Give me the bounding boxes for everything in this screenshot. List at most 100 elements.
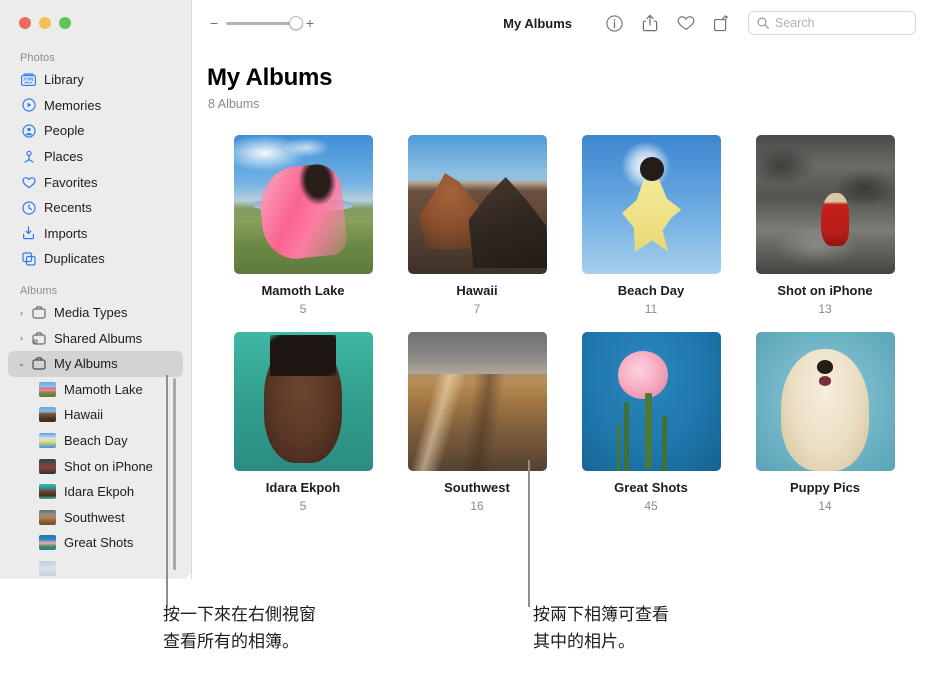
- sidebar-album-partial[interactable]: [8, 556, 183, 579]
- minimize-button[interactable]: [39, 17, 51, 29]
- album-photo-count: 5: [299, 302, 307, 316]
- albums-section-label: Albums: [20, 284, 58, 297]
- album-count-subtitle: 8 Albums: [208, 97, 260, 111]
- album-cover-image[interactable]: [581, 135, 721, 274]
- zoom-slider-track[interactable]: [226, 16, 303, 30]
- sidebar-item-label: Mamoth Lake: [64, 381, 143, 397]
- sidebar: Photos Library Memories People Places Fa…: [0, 0, 191, 579]
- chevron-right-icon[interactable]: ›: [16, 333, 27, 343]
- toolbar-title: My Albums: [503, 15, 572, 31]
- album-name: Puppy Pics: [789, 480, 861, 495]
- zoom-in-icon[interactable]: +: [305, 16, 315, 30]
- sidebar-album-southwest[interactable]: Southwest: [8, 505, 183, 531]
- sidebar-item-label: Memories: [44, 97, 102, 113]
- album-cover-image[interactable]: [407, 135, 547, 274]
- callout-line-album: [528, 460, 530, 607]
- album-thumbnail: [39, 484, 56, 500]
- sidebar-item-label: Southwest: [64, 509, 125, 525]
- sidebar-item-label: Recents: [44, 200, 92, 216]
- zoom-slider-knob[interactable]: [289, 16, 303, 30]
- album-icon: [30, 355, 47, 372]
- album-thumbnail: [39, 509, 56, 525]
- album-card[interactable]: Beach Day 11: [564, 135, 738, 316]
- sidebar-item-media-types[interactable]: › Media Types: [8, 300, 183, 326]
- shared-album-icon: [30, 330, 47, 347]
- toolbar: − + My Albums Search: [192, 0, 931, 46]
- album-name: Idara Ekpoh: [265, 480, 341, 495]
- sidebar-album-mamoth-lake[interactable]: Mamoth Lake: [8, 377, 183, 403]
- clock-icon: [20, 199, 37, 216]
- album-cover-image[interactable]: [581, 332, 721, 471]
- search-placeholder: Search: [775, 16, 815, 30]
- album-cover-image[interactable]: [233, 135, 373, 274]
- chevron-down-icon[interactable]: ⌄: [16, 358, 27, 369]
- sidebar-item-label: Places: [44, 149, 84, 165]
- album-name: Southwest: [444, 480, 510, 495]
- album-card[interactable]: Southwest 16: [390, 332, 564, 513]
- album-name: Mamoth Lake: [261, 283, 345, 298]
- sidebar-item-label: Media Types: [54, 305, 128, 321]
- sidebar-album-great-shots[interactable]: Great Shots: [8, 530, 183, 556]
- duplicates-icon: [20, 250, 37, 267]
- sidebar-item-places[interactable]: Places: [8, 144, 183, 170]
- zoom-button[interactable]: [59, 17, 71, 29]
- album-thumbnail: [39, 535, 56, 551]
- favorite-heart-icon[interactable]: [668, 8, 704, 38]
- sidebar-item-my-albums[interactable]: ⌄ My Albums: [8, 350, 183, 377]
- search-input[interactable]: Search: [748, 11, 916, 35]
- rotate-icon[interactable]: [704, 8, 740, 38]
- albums-section: Albums › Media Types › Shared Albums ⌄ M…: [0, 285, 191, 579]
- album-thumbnail: [39, 381, 56, 397]
- page-title: My Albums: [207, 64, 333, 91]
- sidebar-item-library[interactable]: Library: [8, 67, 183, 93]
- sidebar-item-label: Imports: [44, 225, 88, 241]
- sidebar-scrollbar[interactable]: [173, 378, 176, 570]
- callout-album-text: 按兩下相簿可查看 其中的相片。: [533, 605, 669, 651]
- album-cover-image[interactable]: [407, 332, 547, 471]
- zoom-out-icon[interactable]: −: [209, 16, 219, 30]
- search-icon: [757, 17, 769, 29]
- sidebar-item-label: My Albums: [54, 356, 118, 372]
- sidebar-item-imports[interactable]: Imports: [8, 221, 183, 247]
- info-icon[interactable]: [596, 8, 632, 38]
- sidebar-item-label: Beach Day: [64, 433, 128, 449]
- album-cover-image[interactable]: [755, 135, 895, 274]
- toolbar-right: My Albums Search: [503, 0, 916, 46]
- sidebar-album-hawaii[interactable]: Hawaii: [8, 402, 183, 428]
- library-icon: [20, 71, 37, 88]
- album-photo-count: 13: [818, 302, 832, 316]
- album-cover-image[interactable]: [755, 332, 895, 471]
- album-card[interactable]: Hawaii 7: [390, 135, 564, 316]
- sidebar-album-shot-on-iphone[interactable]: Shot on iPhone: [8, 453, 183, 479]
- sidebar-item-people[interactable]: People: [8, 118, 183, 144]
- callout-sidebar-text: 按一下來在右側視窗 查看所有的相簿。: [163, 605, 316, 651]
- sidebar-item-favorites[interactable]: Favorites: [8, 169, 183, 195]
- album-name: Beach Day: [617, 283, 685, 298]
- album-card[interactable]: Puppy Pics 14: [738, 332, 912, 513]
- album-card[interactable]: Shot on iPhone 13: [738, 135, 912, 316]
- content-area: My Albums 8 Albums Mamoth Lake 5 Hawaii …: [192, 46, 931, 579]
- close-button[interactable]: [19, 17, 31, 29]
- chevron-right-icon[interactable]: ›: [16, 308, 27, 318]
- album-cover-image[interactable]: [233, 332, 373, 471]
- album-photo-count: 45: [644, 499, 658, 513]
- memories-icon: [20, 97, 37, 114]
- callout-line-sidebar: [166, 375, 168, 607]
- sidebar-album-idara-ekpoh[interactable]: Idara Ekpoh: [8, 479, 183, 505]
- album-card[interactable]: Great Shots 45: [564, 332, 738, 513]
- sidebar-item-label: Library: [44, 72, 84, 88]
- zoom-slider[interactable]: − +: [209, 16, 315, 30]
- sidebar-item-duplicates[interactable]: Duplicates: [8, 246, 183, 272]
- album-photo-count: 14: [818, 499, 832, 513]
- sidebar-item-memories[interactable]: Memories: [8, 93, 183, 119]
- sidebar-album-beach-day[interactable]: Beach Day: [8, 428, 183, 454]
- sidebar-item-shared-albums[interactable]: › Shared Albums: [8, 325, 183, 351]
- album-name: Great Shots: [614, 480, 688, 495]
- sidebar-item-recents[interactable]: Recents: [8, 195, 183, 221]
- share-icon[interactable]: [632, 8, 668, 38]
- album-grid: Mamoth Lake 5 Hawaii 7 Beach Day 11 Shot…: [192, 111, 931, 529]
- album-card[interactable]: Idara Ekpoh 5: [216, 332, 390, 513]
- album-card[interactable]: Mamoth Lake 5: [216, 135, 390, 316]
- album-icon: [30, 304, 47, 321]
- photos-section-label: Photos: [20, 52, 55, 64]
